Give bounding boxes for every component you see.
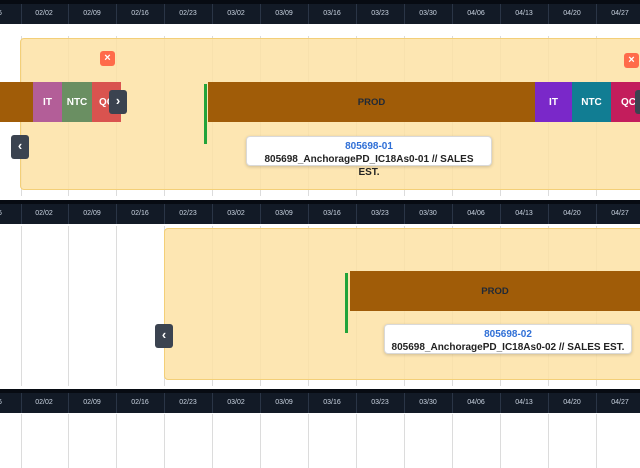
date-tick: 02/09 xyxy=(83,210,101,217)
date-tick: 04/20 xyxy=(563,210,581,217)
timeline-header-2: 6 02/02 02/09 02/16 02/23 03/02 03/09 03… xyxy=(0,200,640,224)
phase-bar-prod[interactable]: PROD xyxy=(350,271,640,311)
date-tick: 03/02 xyxy=(227,10,245,17)
timeline-header-3: 6 02/02 02/09 02/16 02/23 03/02 03/09 03… xyxy=(0,389,640,413)
date-tick: 04/27 xyxy=(611,399,629,406)
chevron-right-icon[interactable]: › xyxy=(109,90,127,114)
date-tick: 04/13 xyxy=(515,210,533,217)
date-tick: 03/30 xyxy=(419,210,437,217)
timeline-header-1: 6 02/02 02/09 02/16 02/23 03/02 03/09 03… xyxy=(0,0,640,24)
date-tick: 04/20 xyxy=(563,399,581,406)
project-tooltip: 805698-02 805698_AnchoragePD_IC18As0-02 … xyxy=(384,324,632,354)
close-icon[interactable]: × xyxy=(100,51,115,66)
project-tooltip: 805698-01 805698_AnchoragePD_IC18As0-01 … xyxy=(246,136,492,178)
date-tick: 03/09 xyxy=(275,10,293,17)
date-tick: 04/27 xyxy=(611,10,629,17)
today-marker xyxy=(345,273,348,333)
phase-bar-it[interactable]: IT xyxy=(33,82,62,122)
date-tick: 03/16 xyxy=(323,210,341,217)
phase-bar-prod[interactable]: PROD xyxy=(208,82,535,122)
date-tick: 03/02 xyxy=(227,399,245,406)
date-tick: 02/16 xyxy=(131,399,149,406)
phase-bar-ntc[interactable]: NTC xyxy=(572,82,611,122)
date-tick: 03/30 xyxy=(419,10,437,17)
date-tick: 02/16 xyxy=(131,10,149,17)
phase-bar-prod[interactable] xyxy=(0,82,33,122)
date-tick: 04/13 xyxy=(515,399,533,406)
phase-bar-ntc[interactable]: NTC xyxy=(62,82,92,122)
date-tick: 04/06 xyxy=(467,399,485,406)
chevron-left-icon[interactable]: ‹ xyxy=(11,135,29,159)
date-tick: 03/16 xyxy=(323,10,341,17)
date-tick: 02/23 xyxy=(179,399,197,406)
scroll-handle[interactable] xyxy=(635,90,640,114)
date-tick: 02/09 xyxy=(83,399,101,406)
date-tick: 02/23 xyxy=(179,10,197,17)
chevron-left-icon[interactable]: ‹ xyxy=(155,324,173,348)
date-tick: 03/09 xyxy=(275,399,293,406)
date-tick: 04/06 xyxy=(467,210,485,217)
today-marker xyxy=(204,84,207,144)
date-tick: 03/09 xyxy=(275,210,293,217)
date-tick: 04/27 xyxy=(611,210,629,217)
date-tick: 03/30 xyxy=(419,399,437,406)
project-name: 805698_AnchoragePD_IC18As0-01 // SALES E… xyxy=(264,154,474,178)
project-id[interactable]: 805698-02 xyxy=(391,328,625,341)
phase-bar-it[interactable]: IT xyxy=(535,82,572,122)
date-tick: 03/23 xyxy=(371,399,389,406)
date-tick: 03/23 xyxy=(371,210,389,217)
date-tick: 04/13 xyxy=(515,10,533,17)
project-id[interactable]: 805698-01 xyxy=(253,140,485,153)
date-tick: 02/02 xyxy=(35,210,53,217)
date-tick: 02/02 xyxy=(35,10,53,17)
date-tick: 02/02 xyxy=(35,399,53,406)
date-tick: 02/23 xyxy=(179,210,197,217)
date-tick: 03/23 xyxy=(371,10,389,17)
date-tick: 04/20 xyxy=(563,10,581,17)
date-tick: 04/06 xyxy=(467,10,485,17)
close-icon[interactable]: × xyxy=(624,53,639,68)
date-tick: 03/02 xyxy=(227,210,245,217)
project-name: 805698_AnchoragePD_IC18As0-02 // SALES E… xyxy=(391,342,625,353)
date-tick: 02/09 xyxy=(83,10,101,17)
date-tick: 03/16 xyxy=(323,399,341,406)
date-tick: 02/16 xyxy=(131,210,149,217)
